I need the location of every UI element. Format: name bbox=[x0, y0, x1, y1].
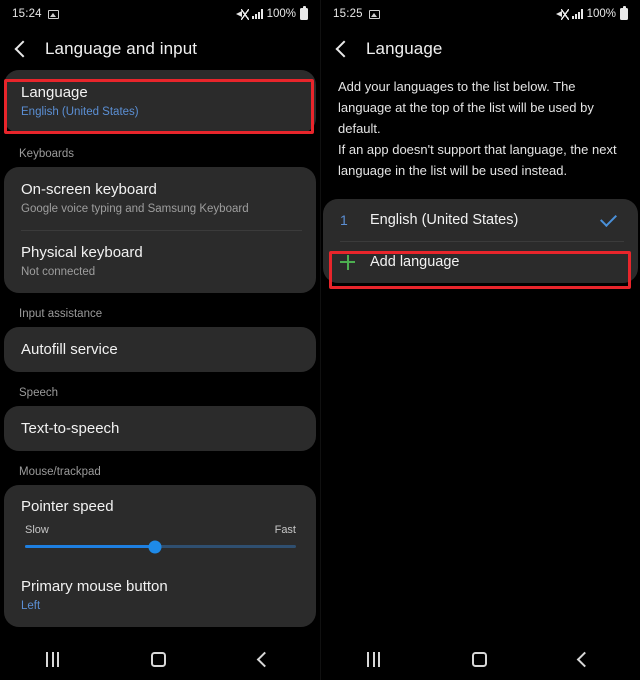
row-title: Text-to-speech bbox=[21, 420, 120, 437]
slider-fill bbox=[25, 545, 156, 548]
battery-icon bbox=[300, 6, 308, 20]
signal-bars-icon bbox=[251, 9, 263, 19]
sidebar-item-on-screen-keyboard[interactable]: On-screen keyboard Google voice typing a… bbox=[4, 167, 316, 230]
sidebar-item-autofill-service[interactable]: Autofill service bbox=[4, 327, 316, 372]
language-list-card: 1 English (United States) Add language bbox=[323, 199, 638, 289]
settings-list: Language English (United States) Keyboar… bbox=[0, 70, 320, 627]
list-item-language[interactable]: 1 English (United States) bbox=[323, 199, 638, 241]
status-bar-left: 15:25 bbox=[333, 8, 380, 20]
language-name: English (United States) bbox=[370, 212, 519, 228]
battery-percent-label: 100% bbox=[266, 8, 296, 20]
back-chevron-icon[interactable] bbox=[14, 40, 32, 58]
row-title: Physical keyboard bbox=[21, 244, 143, 261]
status-time: 15:24 bbox=[12, 8, 42, 20]
language-index: 1 bbox=[340, 212, 348, 228]
status-bar: 15:25 100% bbox=[321, 0, 640, 28]
recents-icon[interactable] bbox=[46, 651, 60, 667]
page-title: Language and input bbox=[45, 39, 198, 58]
add-language-label: Add language bbox=[370, 254, 460, 270]
row-title: Pointer speed bbox=[21, 498, 114, 515]
sidebar-item-language[interactable]: Language English (United States) bbox=[4, 70, 316, 133]
dual-screenshot-container: 15:24 100% Language and input Language E… bbox=[0, 0, 640, 680]
mouse-trackpad-card: Pointer speed Slow Fast Primary mouse bu… bbox=[4, 485, 316, 627]
home-icon[interactable] bbox=[472, 651, 487, 667]
photo-icon bbox=[47, 9, 59, 19]
app-bar: Language and input bbox=[0, 28, 320, 70]
row-title: Autofill service bbox=[21, 341, 118, 358]
keyboards-card: On-screen keyboard Google voice typing a… bbox=[4, 167, 316, 293]
battery-percent-label: 100% bbox=[586, 8, 616, 20]
section-header-mouse-trackpad: Mouse/trackpad bbox=[19, 466, 101, 478]
pointer-speed-slider[interactable] bbox=[25, 540, 296, 553]
row-subtitle: English (United States) bbox=[21, 106, 139, 118]
slider-min-label: Slow bbox=[25, 524, 49, 536]
input-assistance-card: Autofill service bbox=[4, 327, 316, 372]
status-bar: 15:24 100% bbox=[0, 0, 320, 28]
speech-card: Text-to-speech bbox=[4, 406, 316, 451]
app-bar: Language bbox=[321, 28, 640, 70]
row-title: Primary mouse button bbox=[21, 578, 168, 595]
language-card: Language English (United States) bbox=[4, 70, 316, 133]
plus-icon bbox=[340, 254, 370, 270]
slider-max-label: Fast bbox=[274, 524, 296, 536]
back-chevron-icon[interactable] bbox=[335, 40, 353, 58]
pointer-speed-row: Pointer speed Slow Fast bbox=[4, 485, 316, 564]
slider-thumb[interactable] bbox=[148, 540, 162, 553]
section-header-input-assistance: Input assistance bbox=[19, 308, 103, 320]
row-subtitle: Google voice typing and Samsung Keyboard bbox=[21, 203, 249, 215]
left-phone-screen: 15:24 100% Language and input Language E… bbox=[0, 0, 320, 680]
pointer-speed-labels: Slow Fast bbox=[25, 524, 296, 536]
back-icon[interactable] bbox=[256, 651, 273, 667]
status-bar-left: 15:24 bbox=[12, 8, 59, 20]
row-title: Language bbox=[21, 84, 88, 101]
language-description: Add your languages to the list below. Th… bbox=[338, 79, 617, 178]
nav-bar bbox=[321, 638, 640, 680]
row-subtitle: Left bbox=[21, 600, 41, 612]
sidebar-item-physical-keyboard[interactable]: Physical keyboard Not connected bbox=[4, 230, 316, 293]
status-bar-right: 100% bbox=[235, 6, 308, 20]
section-header-keyboards: Keyboards bbox=[19, 148, 74, 160]
status-bar-right: 100% bbox=[555, 6, 628, 20]
add-language-button[interactable]: Add language bbox=[323, 241, 638, 283]
section-header-speech: Speech bbox=[19, 387, 59, 399]
right-phone-screen: 15:25 100% Language Add your languages t… bbox=[320, 0, 640, 680]
page-title: Language bbox=[366, 39, 443, 58]
check-icon bbox=[600, 209, 617, 227]
battery-icon bbox=[620, 6, 628, 20]
mute-icon bbox=[555, 8, 569, 20]
row-title: On-screen keyboard bbox=[21, 181, 157, 198]
photo-icon bbox=[368, 9, 380, 19]
recents-icon[interactable] bbox=[367, 651, 380, 667]
signal-bars-icon bbox=[571, 9, 583, 19]
status-time: 15:25 bbox=[333, 8, 363, 20]
sidebar-item-primary-mouse-button[interactable]: Primary mouse button Left bbox=[4, 564, 316, 627]
nav-bar bbox=[0, 638, 320, 680]
row-subtitle: Not connected bbox=[21, 266, 96, 278]
sidebar-item-text-to-speech[interactable]: Text-to-speech bbox=[4, 406, 316, 451]
back-icon[interactable] bbox=[576, 651, 593, 667]
mute-icon bbox=[235, 8, 249, 20]
home-icon[interactable] bbox=[151, 651, 167, 667]
